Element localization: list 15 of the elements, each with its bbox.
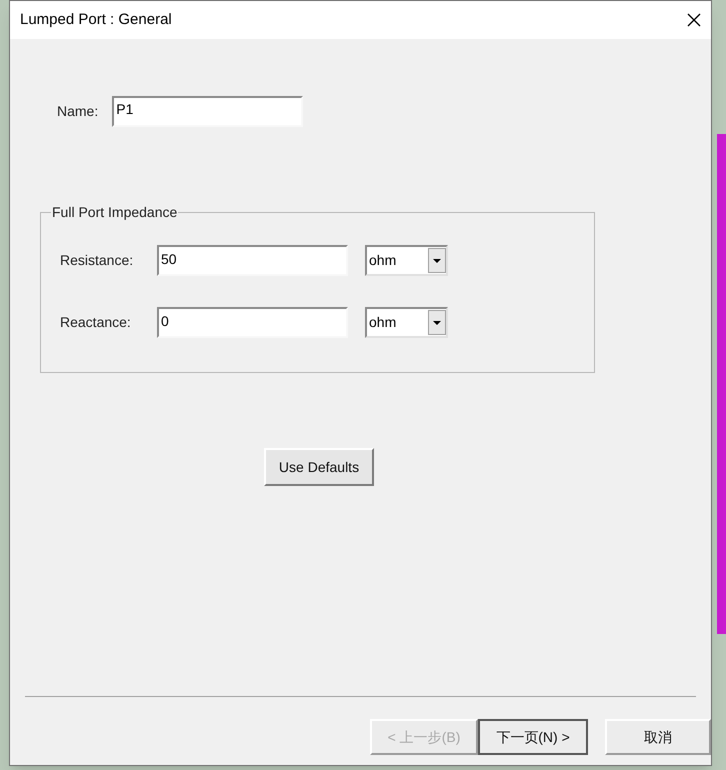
- wizard-button[interactable]: 取消: [605, 719, 711, 755]
- field-label: Reactance:: [60, 313, 132, 332]
- field-label: Name:: [57, 102, 98, 121]
- dropdown-arrow-icon[interactable]: [428, 248, 446, 273]
- use-defaults-button[interactable]: Use Defaults: [264, 448, 374, 486]
- unit-dropdown[interactable]: ohm: [365, 307, 448, 338]
- name-input[interactable]: P1: [112, 96, 304, 127]
- field-label: Resistance:: [60, 251, 134, 270]
- value-input[interactable]: 0: [157, 307, 348, 338]
- window-title: Lumped Port : General: [20, 10, 172, 30]
- unit-dropdown[interactable]: ohm: [365, 245, 448, 276]
- wizard-button[interactable]: 下一页(N) >: [478, 719, 588, 755]
- close-icon[interactable]: [687, 13, 701, 27]
- value-input[interactable]: 50: [157, 245, 348, 276]
- dropdown-arrow-icon[interactable]: [428, 310, 446, 335]
